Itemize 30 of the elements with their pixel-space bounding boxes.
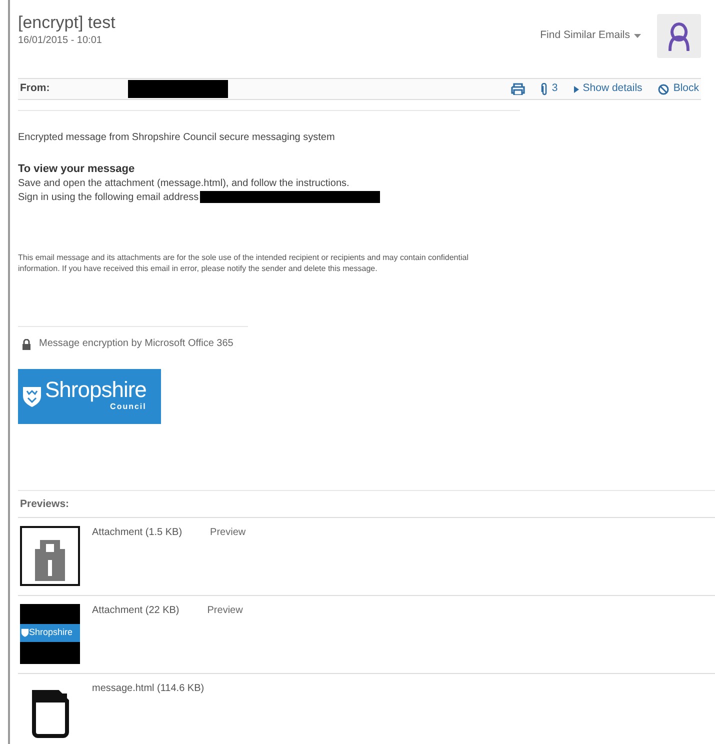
email-date: 16/01/2015 - 10:01 [18, 34, 103, 48]
show-details-link[interactable]: Show details [574, 81, 642, 97]
avatar[interactable] [657, 14, 701, 58]
attachment-name[interactable]: message.html (114.6 KB) [92, 682, 204, 744]
message-text: Save and open the attachment (message.html), and follow the instructions. [18, 177, 350, 190]
message-text: Sign in using the following email address [18, 190, 199, 204]
email-subject: [encrypt] test [18, 14, 116, 33]
paperclip-icon [540, 82, 548, 96]
triangle-icon [574, 86, 579, 92]
message-text: Encrypted message from Shropshire Council secure messaging system [18, 131, 336, 144]
encryption-note: Message encryption by Microsoft Office 365 [39, 337, 234, 351]
block-link[interactable]: Block [658, 81, 699, 97]
previews-heading: Previews: [19, 496, 70, 512]
logo-thumbnail: Shropshire [20, 604, 80, 664]
lock-icon [22, 338, 31, 350]
disclaimer-text: This email message and its attachments are for the sole use of the intended recipient or recipients and may contain confidential information. If you have received this email in error, please notify the sender and delete this message. [18, 252, 470, 274]
section-heading: To view your message [18, 162, 136, 176]
from-label: From: [20, 81, 50, 96]
attachment-name[interactable]: Attachment (22 KB) [92, 604, 180, 673]
print-icon[interactable] [510, 83, 525, 95]
preview-link[interactable]: Preview [207, 604, 243, 673]
council-logo: Shropshire Council [18, 368, 161, 424]
attachment-count[interactable]: 3 [540, 81, 558, 97]
preview-link[interactable]: Preview [210, 526, 246, 595]
attachment-name[interactable]: Attachment (1.5 KB) [92, 526, 182, 595]
block-icon [658, 84, 670, 94]
lock-thumbnail [20, 526, 80, 586]
crest-icon [22, 385, 42, 408]
caret-icon [634, 34, 641, 38]
find-similar-dropdown[interactable]: Find Similar Emails [540, 28, 641, 44]
